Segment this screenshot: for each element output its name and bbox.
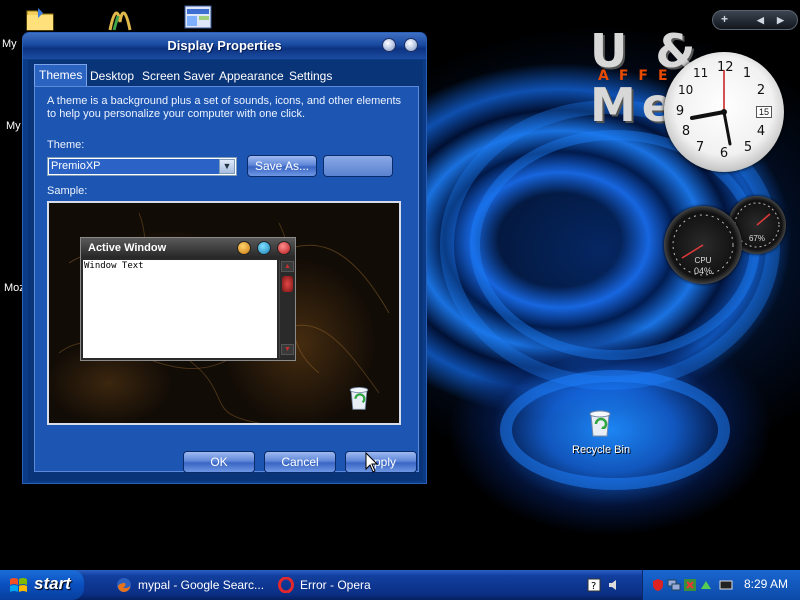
start-label: start [34, 574, 71, 593]
window-body: Themes Desktop Screen Saver Appearance S… [28, 60, 423, 481]
firefox-icon [117, 578, 131, 592]
clock-time[interactable]: 8:29 AM [744, 577, 788, 591]
mouse-cursor-icon [365, 452, 379, 473]
save-as-button[interactable]: Save As... [247, 155, 317, 177]
window-titlebar[interactable]: Display Properties [23, 33, 426, 59]
scroll-up-icon: ▲ [281, 261, 294, 272]
cpu-gauge-value: 04% [693, 266, 712, 276]
apply-button[interactable]: Apply [345, 451, 417, 473]
add-gadget-icon[interactable]: + [721, 12, 728, 26]
theme-select-value: PremioXP [49, 159, 219, 174]
recycle-bin-label: Recycle Bin [572, 444, 631, 456]
recycle-bin-icon [589, 410, 611, 437]
taskbar-item-firefox[interactable]: mypal - Google Searc... [112, 574, 264, 596]
scroll-down-icon: ▼ [281, 344, 294, 355]
chevron-right-icon[interactable]: ▶ [777, 15, 784, 26]
theme-select[interactable]: PremioXP ▼ [47, 157, 237, 176]
tab-screen-saver[interactable]: Screen Saver [138, 66, 219, 86]
chevron-down-icon[interactable]: ▼ [219, 159, 235, 174]
display-properties-window: Display Properties Themes Desktop Screen… [22, 32, 427, 484]
close-button[interactable] [404, 38, 418, 52]
sample-window-text: Window Text [84, 261, 144, 271]
theme-label: Theme: [47, 139, 85, 151]
folder-icon [26, 8, 54, 31]
tab-settings[interactable]: Settings [285, 66, 336, 86]
taskbar-item-label: mypal - Google Searc... [138, 578, 265, 592]
recycle-bin[interactable] [584, 406, 616, 441]
close-icon [277, 241, 291, 255]
control-panel-icon [184, 5, 212, 29]
security-alert-icon[interactable] [683, 578, 697, 592]
start-button[interactable]: start [0, 570, 84, 600]
window-title: Display Properties [167, 38, 282, 53]
theme-sample-preview: Active Window Window Text ▲ ▼ [47, 201, 401, 425]
sidebar-gadget-bar[interactable]: + ◀ ▶ [712, 10, 798, 30]
opera-icon [278, 577, 294, 593]
taskbar-item-opera[interactable]: Error - Opera [274, 574, 371, 596]
system-tray: ? 8:29 AM [587, 570, 800, 600]
sample-label: Sample: [47, 185, 88, 197]
sample-window-content: Window Text [83, 260, 277, 358]
tab-appearance[interactable]: Appearance [215, 66, 288, 86]
desktop-icon-label: My [6, 120, 21, 132]
connection-icon[interactable] [699, 578, 713, 592]
volume-icon[interactable] [607, 578, 621, 592]
windows-logo-icon [10, 578, 27, 592]
taskbar: start mypal - Google Searc... Error - Op… [0, 570, 800, 600]
recycle-bin-icon [349, 386, 369, 410]
network-icon[interactable] [667, 578, 681, 592]
program-icon [108, 11, 132, 31]
ok-button[interactable]: OK [183, 451, 255, 473]
chevron-left-icon[interactable]: ◀ [757, 15, 764, 26]
minimize-icon [237, 241, 251, 255]
svg-text:?: ? [591, 581, 596, 592]
sample-window-title: Active Window [88, 242, 167, 254]
themes-tab-panel: A theme is a background plus a set of so… [34, 86, 419, 472]
tab-themes[interactable]: Themes [34, 64, 88, 86]
scroll-thumb [282, 276, 293, 292]
display-icon[interactable] [719, 578, 733, 592]
cpu-gauge-label: CPU [694, 256, 712, 265]
delete-button[interactable] [323, 155, 393, 177]
taskbar-item-label: Error - Opera [300, 578, 371, 592]
help-icon[interactable]: ? [587, 578, 601, 592]
clock-gadget[interactable]: 12 1 2 3 4 5 6 7 8 9 10 11 15 [664, 52, 784, 172]
desktop-icon-label: My [2, 38, 17, 50]
maximize-icon [257, 241, 271, 255]
clock-hands-icon [690, 70, 732, 146]
themes-description: A theme is a background plus a set of so… [47, 95, 402, 120]
sample-window-titlebar: Active Window [81, 238, 295, 258]
cpu-gauge[interactable]: CPU 04% [664, 206, 742, 284]
cancel-button[interactable]: Cancel [264, 451, 336, 473]
help-button[interactable] [382, 38, 396, 52]
tab-desktop[interactable]: Desktop [86, 66, 138, 86]
sample-scrollbar: ▲ ▼ [279, 260, 295, 358]
sample-active-window: Active Window Window Text ▲ ▼ [80, 237, 296, 361]
shield-icon[interactable] [651, 578, 665, 592]
